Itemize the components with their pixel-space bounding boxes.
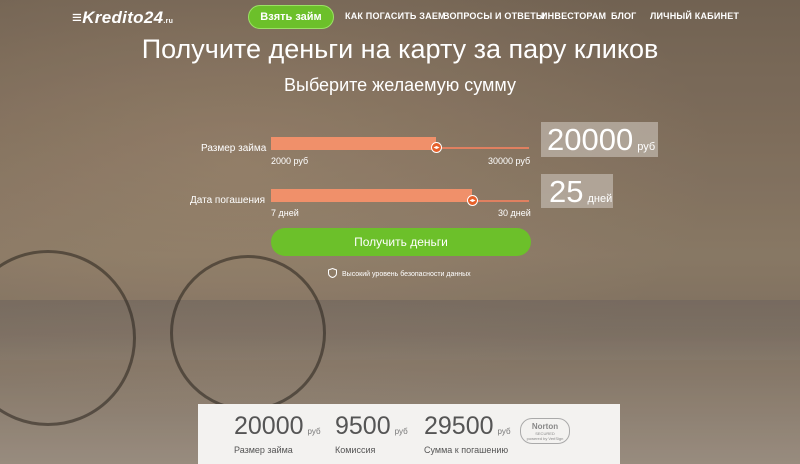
summary-total-caption: Сумма к погашению [424,445,509,455]
nav-account[interactable]: ЛИЧНЫЙ КАБИНЕТ [650,11,739,21]
term-slider-handle[interactable]: ◂▸ [467,195,478,206]
summary-amount: 20000 руб Размер займа [234,412,321,455]
security-note: Высокий уровень безопасности данных [328,267,471,280]
repayment-date-label: Дата погашения [190,195,265,206]
term-unit: дней [587,193,613,205]
term-slider-fill [271,189,472,202]
loan-slider-handle[interactable]: ◂▸ [431,142,442,153]
loan-slider-fill [271,137,436,150]
summary-total-value: 29500 [424,412,494,440]
logo-tld: .ru [163,18,174,25]
term-value: 25 [549,174,584,209]
nav-how-to-repay[interactable]: КАК ПОГАСИТЬ ЗАЕМ [345,11,446,21]
norton-secured-badge[interactable]: Norton SECURED powered by VeriSign [520,418,570,444]
drag-arrows-icon: ◂▸ [469,197,476,204]
logo[interactable]: ≡Kredito24.ru [72,8,173,28]
term-min-label: 7 дней [271,208,299,218]
nav-blog[interactable]: БЛОГ [611,11,636,21]
loan-amount-label: Размер займа [201,143,267,154]
loan-amount-value: 20000 [547,122,634,157]
norton-badge-by: powered by VeriSign [526,435,564,441]
take-loan-button[interactable]: Взять займ [248,5,334,29]
nav-faq[interactable]: ВОПРОСЫ И ОТВЕТЫ [443,11,545,21]
loan-min-label: 2000 руб [271,156,309,166]
page-subtitle: Выберите желаемую сумму [284,75,516,95]
loan-amount-unit: руб [637,141,656,153]
logo-text: Kredito24 [82,8,164,27]
summary-amount-caption: Размер займа [234,445,293,455]
logo-icon: ≡ [72,8,83,27]
term-max-label: 30 дней [498,208,531,218]
summary-fee-caption: Комиссия [335,445,376,455]
get-money-button[interactable]: Получить деньги [271,228,531,256]
loan-max-label: 30000 руб [488,156,531,166]
summary-fee: 9500 руб Комиссия [335,412,408,455]
shield-icon [328,267,337,280]
term-display: 25 дней [541,174,613,209]
norton-badge-title: Norton [531,421,559,431]
summary-total: 29500 руб Сумма к погашению [424,412,511,455]
page-title: Получите деньги на карту за пару кликов [141,34,659,64]
loan-summary-panel: 20000 руб Размер займа 9500 руб Комиссия 2… [198,404,620,464]
loan-amount-display: 20000 руб [541,122,658,157]
summary-fee-value: 9500 [335,412,391,440]
summary-amount-unit: руб [307,427,321,436]
nav-investors[interactable]: ИНВЕСТОРАМ [541,11,606,21]
security-note-text: Высокий уровень безопасности данных [342,270,471,278]
summary-fee-unit: руб [394,427,408,436]
site-header: ≡Kredito24.ru Взять займ КАК ПОГАСИТЬ ЗА… [0,0,800,36]
summary-total-unit: руб [497,427,511,436]
summary-amount-value: 20000 [234,412,304,440]
drag-arrows-icon: ◂▸ [433,144,440,151]
